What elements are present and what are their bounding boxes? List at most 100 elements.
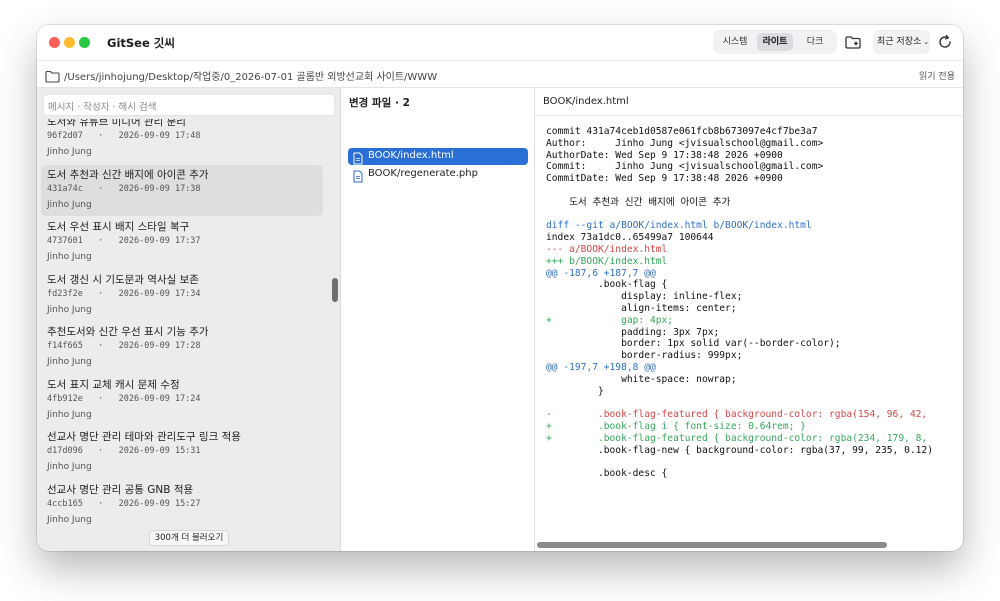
commit-meta: f14f665 · 2026-09-09 17:28 bbox=[47, 341, 201, 351]
commit-hash: f14f665 bbox=[47, 341, 83, 351]
diff-line bbox=[546, 397, 958, 409]
commit-message: 도서 우선 표시 배지 스타일 복구 bbox=[47, 221, 190, 233]
commit-author: Jinho Jung bbox=[47, 200, 92, 210]
diff-line: diff --git a/BOOK/index.html b/BOOK/inde… bbox=[546, 220, 812, 232]
commit-hash: 4ccb165 bbox=[47, 499, 83, 509]
commit-author: Jinho Jung bbox=[47, 410, 92, 420]
commit-list: 도서와 유튜브 미디어 관리 분리 96f2d07 · 2026-09-09 1… bbox=[37, 119, 333, 525]
commit-row-selected[interactable]: 도서 추천과 신간 배지에 아이콘 추가 431a74c · 2026-09-0… bbox=[41, 165, 323, 216]
app-title: GitSee 깃씨 bbox=[107, 36, 175, 50]
commit-message: 선교사 명단 관리 공통 GNB 적용 bbox=[47, 484, 194, 496]
minimize-window-button[interactable] bbox=[64, 37, 75, 48]
diff-line: index 73a1dc0..65499a7 100644 bbox=[546, 232, 714, 244]
commit-message: 도서 표지 교체 캐시 문제 수정 bbox=[47, 379, 180, 391]
commit-date: 2026-09-09 17:38 bbox=[118, 184, 201, 194]
diff-header: BOOK/index.html bbox=[535, 88, 963, 116]
diff-horizontal-scrollbar[interactable] bbox=[537, 542, 887, 548]
commit-hash: 96f2d07 bbox=[47, 131, 83, 141]
file-item-selected[interactable]: BOOK/index.html bbox=[348, 148, 528, 165]
commit-meta: 4737601 · 2026-09-09 17:37 bbox=[47, 236, 201, 246]
maximize-window-button[interactable] bbox=[79, 37, 90, 48]
commit-row[interactable]: 도서 표지 교체 캐시 문제 수정 4fb912e · 2026-09-09 1… bbox=[41, 375, 323, 426]
commit-author: Jinho Jung bbox=[47, 515, 92, 525]
file-item[interactable]: BOOK/regenerate.php bbox=[348, 166, 528, 183]
readonly-label: 읽기 전용 bbox=[919, 72, 955, 82]
diff-line: align-items: center; bbox=[546, 302, 737, 314]
commit-meta: 96f2d07 · 2026-09-09 17:48 bbox=[47, 131, 201, 141]
diff-line: Author: Jinho Jung <jvisualschool@gmail.… bbox=[546, 137, 824, 149]
app-window: GitSee 깃씨 시스템 라이트 다크 최근 저장소 ⌄ /Users/jin… bbox=[37, 25, 963, 551]
close-window-button[interactable] bbox=[49, 37, 60, 48]
commit-message: 선교사 명단 관리 테마와 관리도구 링크 적용 bbox=[47, 431, 241, 443]
theme-light-button[interactable]: 라이트 bbox=[757, 33, 793, 51]
diff-line: display: inline-flex; bbox=[546, 291, 743, 303]
diff-line: .book-flag { bbox=[546, 279, 668, 291]
commit-date: 2026-09-09 15:31 bbox=[118, 446, 201, 456]
diff-line: white-space: nowrap; bbox=[546, 373, 737, 385]
folder-icon bbox=[45, 68, 60, 83]
diff-file-title: BOOK/index.html bbox=[543, 96, 629, 107]
commit-author: Jinho Jung bbox=[47, 357, 92, 367]
recent-repos-dropdown[interactable]: 최근 저장소 ⌄ bbox=[873, 30, 930, 54]
commit-meta: 4ccb165 · 2026-09-09 15:27 bbox=[47, 499, 201, 509]
file-name: BOOK/regenerate.php bbox=[368, 168, 478, 179]
folder-add-icon[interactable] bbox=[844, 33, 862, 51]
theme-dark-button[interactable]: 다크 bbox=[797, 33, 833, 51]
diff-line: - .book-flag-featured { background-color… bbox=[546, 409, 928, 421]
diff-line: @@ -187,6 +187,7 @@ bbox=[546, 267, 656, 279]
diff-line: @@ -197,7 +198,8 @@ bbox=[546, 361, 656, 373]
file-icon bbox=[353, 168, 363, 183]
commit-meta: fd23f2e · 2026-09-09 17:34 bbox=[47, 289, 201, 299]
commit-meta: d17d096 · 2026-09-09 15:31 bbox=[47, 446, 201, 456]
commit-hash: d17d096 bbox=[47, 446, 83, 456]
load-more-button[interactable]: 300개 더 불러오기 bbox=[149, 530, 229, 546]
diff-line: border-radius: 999px; bbox=[546, 350, 743, 362]
commit-row[interactable]: 도서 갱신 시 기도문과 역사실 보존 fd23f2e · 2026-09-09… bbox=[41, 270, 323, 321]
commit-hash: 431a74c bbox=[47, 184, 83, 194]
diff-line: commit 431a74ceb1d0587e061fcb8b673097e4c… bbox=[546, 126, 818, 137]
commit-row[interactable]: 추천도서와 신간 우선 표시 기능 추가 f14f665 · 2026-09-0… bbox=[41, 322, 323, 373]
file-name: BOOK/index.html bbox=[368, 150, 454, 161]
commit-row[interactable]: 선교사 명단 관리 공통 GNB 적용 4ccb165 · 2026-09-09… bbox=[41, 480, 323, 525]
diff-line: } bbox=[546, 385, 604, 397]
refresh-icon[interactable] bbox=[936, 33, 954, 51]
commit-message: 추천도서와 신간 우선 표시 기능 추가 bbox=[47, 326, 209, 338]
diff-line: 도서 추천과 신간 배지에 아이콘 추가 bbox=[546, 196, 731, 208]
commit-date: 2026-09-09 17:37 bbox=[118, 236, 201, 246]
commit-date: 2026-09-09 17:24 bbox=[118, 394, 201, 404]
commit-author: Jinho Jung bbox=[47, 462, 92, 472]
commit-message: 도서와 유튜브 미디어 관리 분리 bbox=[47, 119, 186, 128]
commit-message: 도서 추천과 신간 배지에 아이콘 추가 bbox=[47, 169, 209, 181]
diff-line: + .book-flag-featured { background-color… bbox=[546, 432, 928, 444]
commit-date: 2026-09-09 17:34 bbox=[118, 289, 201, 299]
diff-line: + .book-flag i { font-size: 0.64rem; } bbox=[546, 420, 806, 432]
diff-content: commit 431a74ceb1d0587e061fcb8b673097e4c… bbox=[546, 126, 958, 538]
commit-date: 2026-09-09 15:27 bbox=[118, 499, 201, 509]
commit-author: Jinho Jung bbox=[47, 305, 92, 315]
repo-path-text: /Users/jinhojung/Desktop/작업중/0_2026-07-0… bbox=[64, 72, 438, 83]
diff-line: Commit: Jinho Jung <jvisualschool@gmail.… bbox=[546, 161, 824, 173]
diff-line: padding: 3px 7px; bbox=[546, 326, 720, 338]
commit-list-scrollbar[interactable] bbox=[332, 278, 338, 302]
commit-row[interactable]: 선교사 명단 관리 테마와 관리도구 링크 적용 d17d096 · 2026-… bbox=[41, 427, 323, 478]
diff-line bbox=[546, 209, 958, 221]
commit-row[interactable]: 도서와 유튜브 미디어 관리 분리 96f2d07 · 2026-09-09 1… bbox=[41, 119, 323, 163]
commit-meta: 431a74c · 2026-09-09 17:38 bbox=[47, 184, 201, 194]
commit-hash: 4fb912e bbox=[47, 394, 83, 404]
commit-hash: fd23f2e bbox=[47, 289, 83, 299]
search-field[interactable] bbox=[43, 94, 335, 118]
commit-list-panel: 도서와 유튜브 미디어 관리 분리 96f2d07 · 2026-09-09 1… bbox=[37, 88, 341, 551]
diff-line: + gap: 4px; bbox=[546, 314, 674, 326]
diff-line: border: 1px solid var(--border-color); bbox=[546, 338, 841, 350]
commit-search-input[interactable] bbox=[44, 97, 334, 118]
title-bar: GitSee 깃씨 시스템 라이트 다크 최근 저장소 ⌄ bbox=[37, 25, 963, 60]
theme-system-button[interactable]: 시스템 bbox=[717, 33, 753, 51]
file-icon bbox=[353, 150, 363, 165]
theme-segmented-control: 시스템 라이트 다크 bbox=[713, 30, 837, 54]
changed-files-header: 변경 파일 · 2 bbox=[349, 97, 410, 109]
diff-line: AuthorDate: Wed Sep 9 17:38:48 2026 +090… bbox=[546, 149, 783, 161]
commit-row[interactable]: 도서 우선 표시 배지 스타일 복구 4737601 · 2026-09-09 … bbox=[41, 217, 323, 268]
diff-line: .book-flag-new { background-color: rgba(… bbox=[546, 444, 933, 456]
commit-date: 2026-09-09 17:28 bbox=[118, 341, 201, 351]
commit-hash: 4737601 bbox=[47, 236, 83, 246]
